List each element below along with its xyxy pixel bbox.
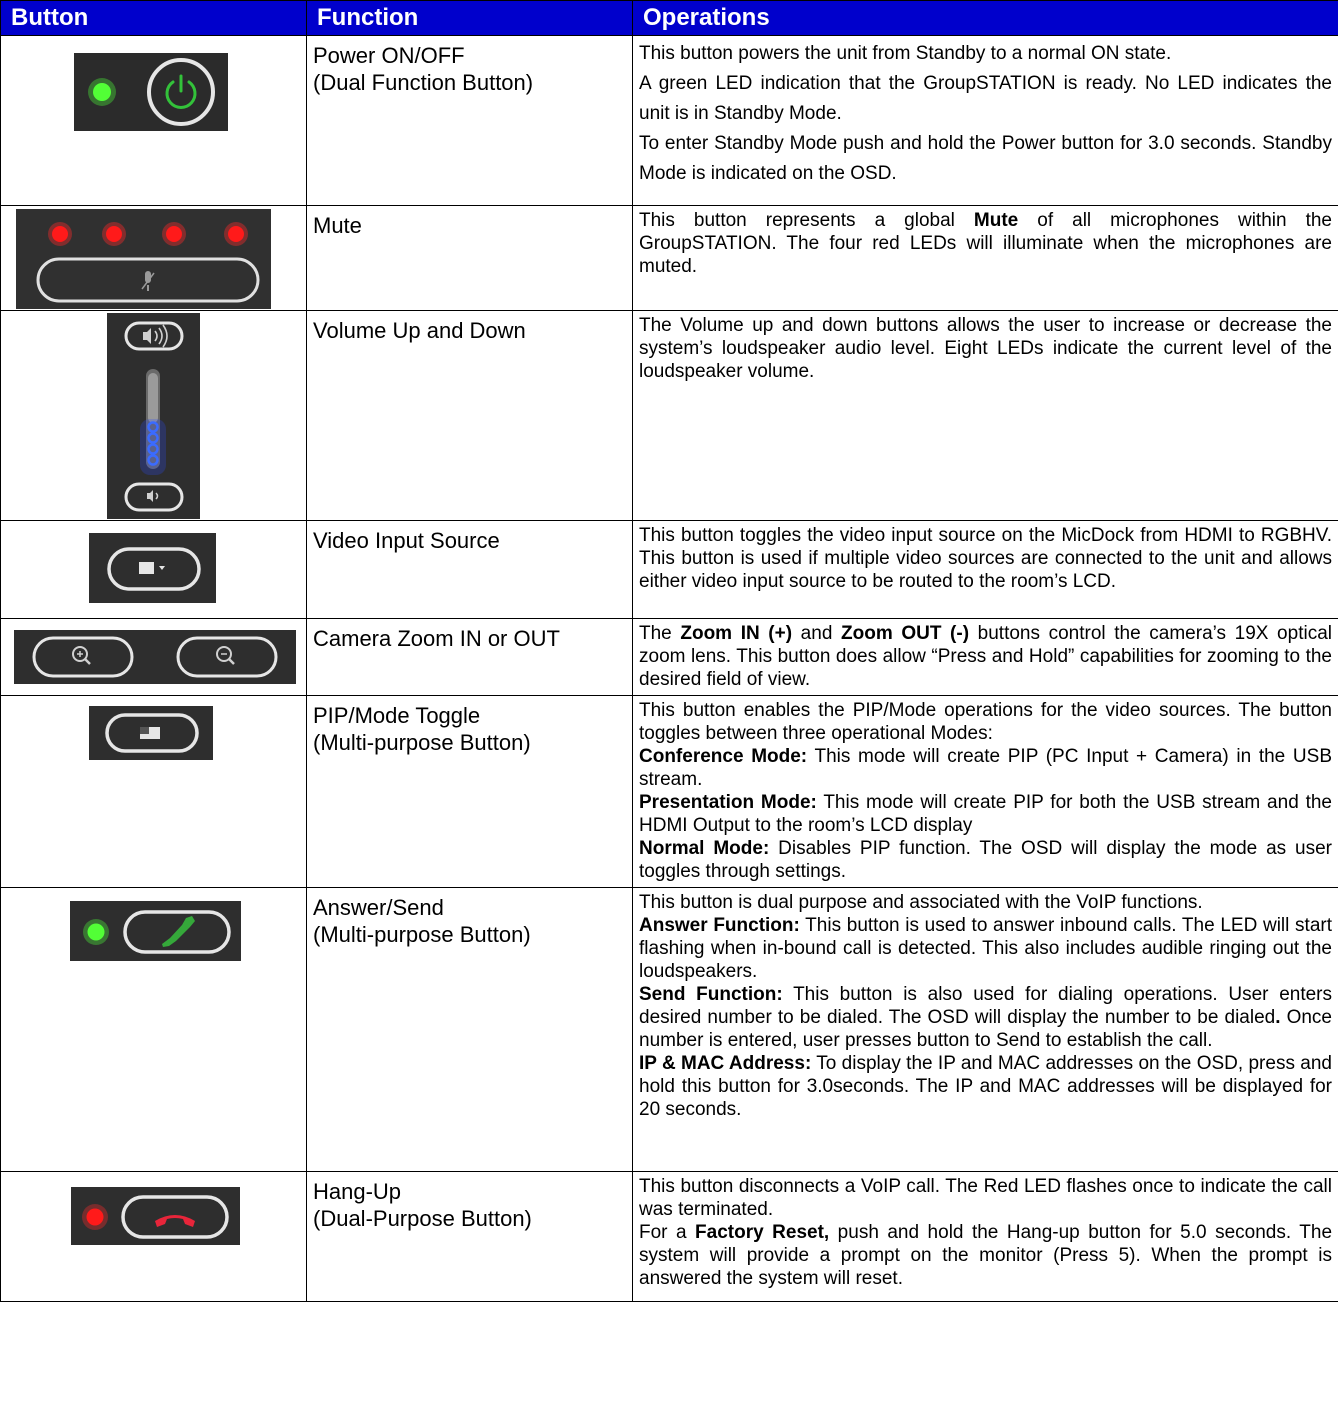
- operations-text: This button enables the PIP/Mode operati…: [639, 700, 1332, 744]
- header-button: Button: [0, 0, 307, 36]
- function-subtitle: (Dual-Purpose Button): [313, 1206, 532, 1231]
- operations-bold-text: Normal Mode:: [639, 838, 770, 859]
- hang-up-button-with-red-led: [71, 1187, 240, 1245]
- operations-bold-text: Conference Mode:: [639, 746, 808, 767]
- button-cell: [0, 618, 307, 696]
- operations-paragraph: This button disconnects a VoIP call. The…: [639, 1175, 1332, 1221]
- table-row: Video Input Source This button toggles t…: [0, 520, 1338, 619]
- header-row: Button Function Operations: [0, 0, 1338, 36]
- operations-cell: The Zoom IN (+) and Zoom OUT (-) buttons…: [632, 618, 1338, 696]
- operations-text: This button disconnects a VoIP call. The…: [639, 1176, 1332, 1220]
- function-subtitle: (Multi-purpose Button): [313, 922, 531, 947]
- operations-paragraph: Normal Mode: Disables PIP function. The …: [639, 837, 1332, 883]
- button-cell: [0, 887, 307, 1172]
- table-row: Answer/Send (Multi-purpose Button) This …: [0, 887, 1338, 1172]
- function-title: Mute: [313, 213, 362, 238]
- header-operations: Operations: [632, 0, 1338, 36]
- operations-bold-text: Answer Function:: [639, 915, 800, 936]
- function-title: Camera Zoom IN or OUT: [313, 626, 560, 651]
- button-cell: [0, 205, 307, 311]
- operations-paragraph: The Volume up and down buttons allows th…: [639, 314, 1332, 383]
- operations-bold-text: Mute: [973, 210, 1019, 231]
- operations-text: A green LED indication that the GroupSTA…: [639, 73, 1332, 124]
- function-title: Power ON/OFF: [313, 43, 465, 68]
- button-function-table: Button Function Operations Power ON/OFF …: [0, 0, 1338, 1302]
- volume-buttons-with-blue-leds: [107, 313, 200, 519]
- operations-paragraph: Send Function: This button is also used …: [639, 983, 1332, 1052]
- table-row: Mute This button represents a global Mut…: [0, 205, 1338, 311]
- header-function: Function: [306, 0, 633, 36]
- operations-paragraph: Presentation Mode: This mode will create…: [639, 791, 1332, 837]
- function-title: Answer/Send: [313, 895, 444, 920]
- operations-text: This button represents a global: [639, 210, 974, 231]
- function-title: PIP/Mode Toggle: [313, 703, 481, 728]
- operations-cell: This button powers the unit from Standby…: [632, 35, 1338, 206]
- operations-cell: This button is dual purpose and associat…: [632, 887, 1338, 1172]
- operations-bold-text: Zoom IN (+): [680, 623, 793, 644]
- function-subtitle: (Multi-purpose Button): [313, 730, 531, 755]
- operations-paragraph: This button is dual purpose and associat…: [639, 891, 1332, 914]
- operations-paragraph: A green LED indication that the GroupSTA…: [639, 69, 1332, 129]
- button-cell: [0, 310, 307, 521]
- function-cell: Hang-Up (Dual-Purpose Button): [306, 1171, 633, 1302]
- function-cell: Answer/Send (Multi-purpose Button): [306, 887, 633, 1172]
- operations-paragraph: IP & MAC Address: To display the IP and …: [639, 1052, 1332, 1121]
- function-cell: Volume Up and Down: [306, 310, 633, 521]
- operations-paragraph: The Zoom IN (+) and Zoom OUT (-) buttons…: [639, 622, 1332, 691]
- operations-paragraph: To enter Standby Mode push and hold the …: [639, 129, 1332, 189]
- pip-mode-button: [89, 706, 213, 760]
- mute-button-with-four-red-leds: [16, 209, 271, 309]
- button-cell: [0, 35, 307, 206]
- operations-bold-text: Presentation Mode:: [639, 792, 817, 813]
- operations-bold-text: Zoom OUT (-): [841, 623, 970, 644]
- operations-bold-text: Send Function:: [639, 984, 783, 1005]
- operations-text: This button toggles the video input sour…: [639, 525, 1332, 592]
- button-cell: [0, 520, 307, 619]
- button-cell: [0, 695, 307, 888]
- function-title: Hang-Up: [313, 1179, 402, 1204]
- function-title: Volume Up and Down: [313, 318, 526, 343]
- operations-paragraph: This button powers the unit from Standby…: [639, 39, 1332, 69]
- operations-text: This button is dual purpose and associat…: [639, 892, 1203, 913]
- operations-paragraph: Conference Mode: This mode will create P…: [639, 745, 1332, 791]
- function-cell: Video Input Source: [306, 520, 633, 619]
- video-input-button: [89, 533, 216, 603]
- power-button-with-green-led: [74, 53, 228, 131]
- operations-text: To enter Standby Mode push and hold the …: [639, 133, 1332, 184]
- operations-text: The Volume up and down buttons allows th…: [639, 315, 1332, 382]
- operations-paragraph: This button represents a global Mute of …: [639, 209, 1332, 278]
- operations-bold-text: IP & MAC Address:: [639, 1053, 812, 1074]
- operations-cell: The Volume up and down buttons allows th…: [632, 310, 1338, 521]
- function-cell: Camera Zoom IN or OUT: [306, 618, 633, 696]
- operations-bold-text: Factory Reset,: [695, 1222, 830, 1243]
- function-cell: Power ON/OFF (Dual Function Button): [306, 35, 633, 206]
- operations-text: and: [792, 623, 841, 644]
- operations-text: For a: [639, 1222, 696, 1243]
- operations-cell: This button represents a global Mute of …: [632, 205, 1338, 311]
- table-row: Hang-Up (Dual-Purpose Button) This butto…: [0, 1171, 1338, 1302]
- table-row: Power ON/OFF (Dual Function Button) This…: [0, 35, 1338, 206]
- operations-text: This button powers the unit from Standby…: [639, 43, 1172, 64]
- function-subtitle: (Dual Function Button): [313, 70, 534, 95]
- function-cell: PIP/Mode Toggle (Multi-purpose Button): [306, 695, 633, 888]
- table-row: Camera Zoom IN or OUT The Zoom IN (+) an…: [0, 618, 1338, 696]
- zoom-in-and-zoom-out-buttons: [14, 630, 296, 684]
- function-cell: Mute: [306, 205, 633, 311]
- operations-cell: This button disconnects a VoIP call. The…: [632, 1171, 1338, 1302]
- table-row: PIP/Mode Toggle (Multi-purpose Button) T…: [0, 695, 1338, 888]
- answer-button-with-green-led: [70, 901, 241, 961]
- button-cell: [0, 1171, 307, 1302]
- function-title: Video Input Source: [313, 528, 500, 553]
- operations-text: The: [639, 623, 681, 644]
- operations-paragraph: This button toggles the video input sour…: [639, 524, 1332, 593]
- operations-cell: This button toggles the video input sour…: [632, 520, 1338, 619]
- operations-cell: This button enables the PIP/Mode operati…: [632, 695, 1338, 888]
- table-row: Volume Up and Down The Volume up and dow…: [0, 310, 1338, 521]
- operations-paragraph: This button enables the PIP/Mode operati…: [639, 699, 1332, 745]
- operations-paragraph: For a Factory Reset, push and hold the H…: [639, 1221, 1332, 1290]
- operations-paragraph: Answer Function: This button is used to …: [639, 914, 1332, 983]
